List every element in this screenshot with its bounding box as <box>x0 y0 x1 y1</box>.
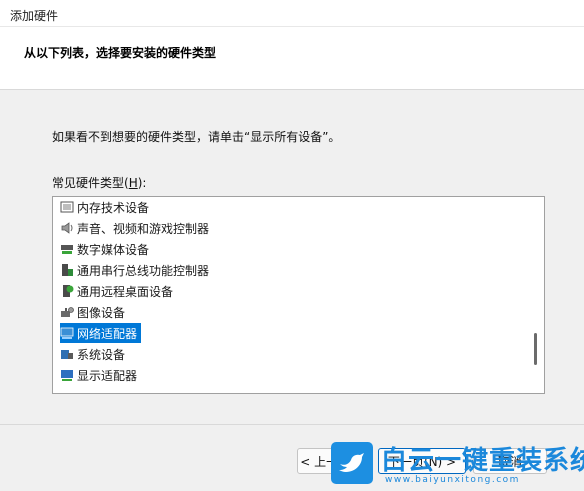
instruction-text: 如果看不到想要的硬件类型，请单击“显示所有设备”。 <box>52 130 341 144</box>
display-adapter-icon <box>60 368 74 382</box>
next-button[interactable]: 下一页(N) > <box>378 448 466 474</box>
usb-controller-icon <box>60 263 74 277</box>
list-item-remote-desktop[interactable]: 通用远程桌面设备 <box>60 281 177 301</box>
speaker-icon <box>60 221 74 235</box>
list-item-display-adapter[interactable]: 显示适配器 <box>60 365 141 385</box>
list-item-label: 声音、视频和游戏控制器 <box>77 221 210 236</box>
list-item-label: 通用串行总线功能控制器 <box>77 263 210 278</box>
list-item-system-device[interactable]: 系统设备 <box>60 344 129 364</box>
list-item-label: 网络适配器 <box>77 326 138 341</box>
remote-desktop-icon <box>60 284 74 298</box>
hardware-list-label: 常见硬件类型(H): <box>52 174 146 191</box>
list-item-label: 系统设备 <box>77 347 126 362</box>
page-heading: 从以下列表，选择要安装的硬件类型 <box>24 46 217 60</box>
system-device-icon <box>60 347 74 361</box>
wizard-content: 如果看不到想要的硬件类型，请单击“显示所有设备”。 常见硬件类型(H): 内存技… <box>0 90 584 424</box>
wizard-header: 从以下列表，选择要安装的硬件类型 <box>0 27 584 89</box>
list-item-label: 数字媒体设备 <box>77 242 150 257</box>
list-item-sound-video-game[interactable]: 声音、视频和游戏控制器 <box>60 218 213 238</box>
list-item-usb-controller[interactable]: 通用串行总线功能控制器 <box>60 260 213 280</box>
list-item-label: 图像设备 <box>77 305 126 320</box>
memory-device-icon <box>60 200 74 214</box>
list-item-network-adapter[interactable]: 网络适配器 <box>60 323 142 343</box>
media-device-icon <box>60 242 74 256</box>
list-item-label: 通用远程桌面设备 <box>77 284 174 299</box>
list-scrollbar[interactable] <box>527 197 544 393</box>
wizard-footer: < 上一步(B) 下一页(N) > 取消 <box>0 425 584 491</box>
back-button[interactable]: < 上一步(B) <box>297 448 371 474</box>
scrollbar-thumb[interactable] <box>534 333 537 365</box>
list-item-memory-technology[interactable]: 内存技术设备 <box>60 197 153 217</box>
list-item-label: 内存技术设备 <box>77 200 150 215</box>
title-bar: 添加硬件 <box>0 0 584 27</box>
hardware-list-label-suffix: ): <box>137 176 147 190</box>
cancel-button[interactable]: 取消 <box>473 448 547 474</box>
list-item-label: 显示适配器 <box>77 368 138 383</box>
hardware-list-label-prefix: 常见硬件类型( <box>52 176 129 190</box>
hardware-list-label-accelerator: H <box>128 176 138 190</box>
list-item-digital-media[interactable]: 数字媒体设备 <box>60 239 153 259</box>
hardware-type-list[interactable]: 内存技术设备 声音、视频和游戏控制器 数字媒体设备 通用串行总线功能控制器 通用… <box>52 196 545 394</box>
camera-icon <box>60 305 74 319</box>
network-adapter-icon <box>60 326 74 340</box>
list-item-imaging-device[interactable]: 图像设备 <box>60 302 129 322</box>
window-title: 添加硬件 <box>10 9 59 23</box>
